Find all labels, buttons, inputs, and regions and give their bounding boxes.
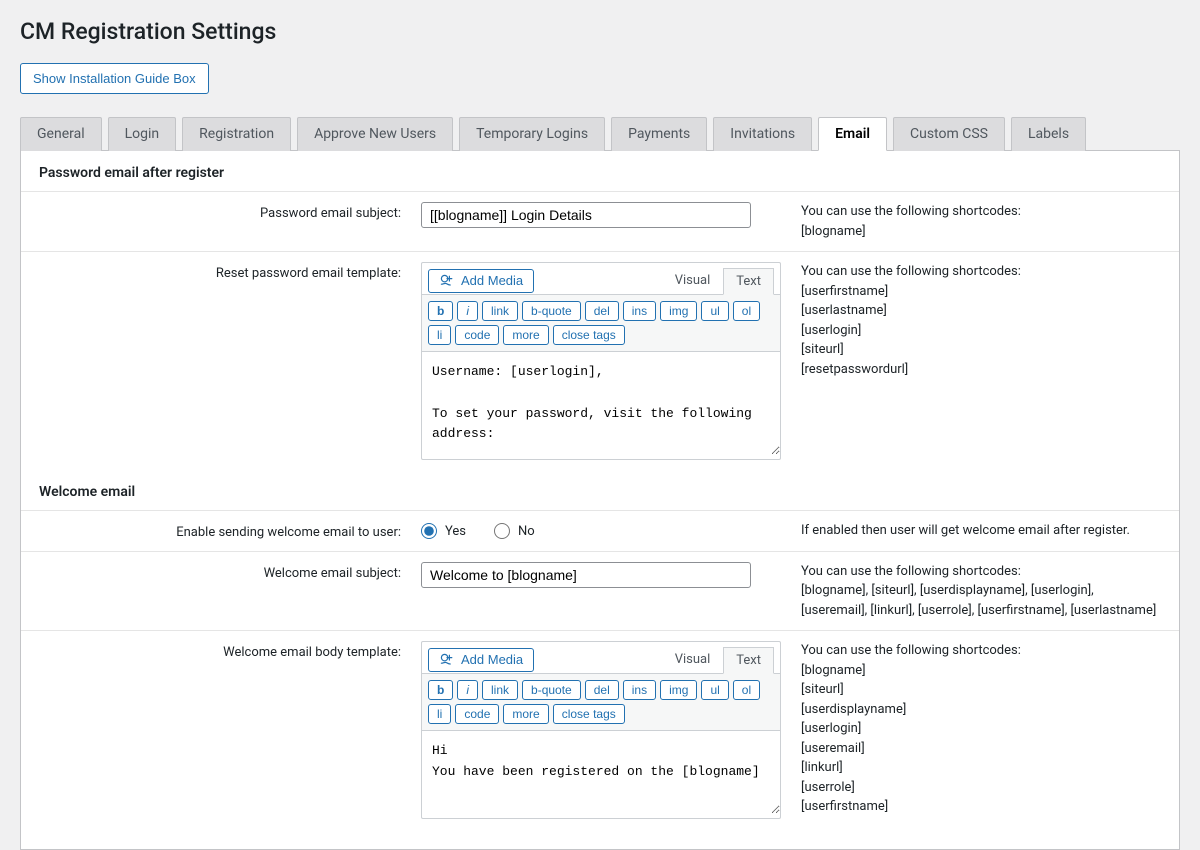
qt-more[interactable]: more (503, 325, 548, 345)
qt-italic[interactable]: i (457, 301, 478, 321)
qt-ol[interactable]: ol (733, 680, 760, 700)
editor-tab-text[interactable]: Text (723, 647, 774, 674)
input-password-subject[interactable] (421, 202, 751, 228)
tab-approve-new-users[interactable]: Approve New Users (297, 117, 453, 151)
qt-ins[interactable]: ins (623, 301, 656, 321)
qt-del[interactable]: del (585, 680, 619, 700)
input-welcome-subject[interactable] (421, 562, 751, 588)
textarea-password-template[interactable] (422, 352, 780, 455)
qt-more[interactable]: more (503, 704, 548, 724)
qt-del[interactable]: del (585, 301, 619, 321)
tab-labels[interactable]: Labels (1011, 117, 1086, 151)
row-welcome-enable: Enable sending welcome email to user: Ye… (21, 510, 1179, 551)
media-icon (439, 652, 455, 668)
media-icon (439, 273, 455, 289)
quicktags-toolbar: b i link b-quote del ins img ul ol li co… (422, 673, 780, 731)
add-media-button[interactable]: Add Media (428, 269, 534, 293)
row-welcome-subject: Welcome email subject: You can use the f… (21, 551, 1179, 631)
row-welcome-template: Welcome email body template: Add Media V… (21, 630, 1179, 828)
tab-registration[interactable]: Registration (182, 117, 291, 151)
label-welcome-enable: Enable sending welcome email to user: (21, 521, 421, 540)
section-title-password: Password email after register (21, 151, 1179, 191)
qt-ul[interactable]: ul (701, 680, 728, 700)
qt-li[interactable]: li (428, 325, 451, 345)
editor-welcome-template: Add Media Visual Text b i link b-quote d… (421, 641, 781, 818)
settings-tabs: GeneralLoginRegistrationApprove New User… (20, 116, 1180, 151)
tab-temporary-logins[interactable]: Temporary Logins (459, 117, 605, 151)
qt-link[interactable]: link (482, 680, 518, 700)
help-welcome-subject: You can use the following shortcodes: [b… (801, 562, 1179, 621)
editor-password-template: Add Media Visual Text b i link b-quote d… (421, 262, 781, 460)
editor-tab-visual[interactable]: Visual (662, 267, 724, 294)
help-welcome-template: You can use the following shortcodes: [b… (801, 641, 1179, 817)
qt-close[interactable]: close tags (553, 325, 625, 345)
qt-italic[interactable]: i (457, 680, 478, 700)
help-welcome-enable: If enabled then user will get welcome em… (801, 521, 1179, 541)
tab-general[interactable]: General (20, 117, 102, 151)
qt-bold[interactable]: b (428, 301, 453, 321)
qt-ins[interactable]: ins (623, 680, 656, 700)
qt-link[interactable]: link (482, 301, 518, 321)
radio-welcome-yes[interactable]: Yes (421, 523, 466, 539)
quicktags-toolbar: b i link b-quote del ins img ul ol li co… (422, 294, 780, 352)
radio-welcome-no[interactable]: No (494, 523, 535, 539)
qt-img[interactable]: img (660, 301, 697, 321)
tab-email[interactable]: Email (818, 117, 887, 151)
qt-img[interactable]: img (660, 680, 697, 700)
tab-login[interactable]: Login (108, 117, 177, 151)
editor-tab-visual[interactable]: Visual (662, 646, 724, 673)
textarea-welcome-template[interactable] (422, 731, 780, 813)
qt-ul[interactable]: ul (701, 301, 728, 321)
qt-close[interactable]: close tags (553, 704, 625, 724)
section-title-welcome: Welcome email (21, 470, 1179, 510)
qt-code[interactable]: code (455, 325, 499, 345)
install-guide-button[interactable]: Show Installation Guide Box (20, 63, 209, 94)
help-password-subject: You can use the following shortcodes: [b… (801, 202, 1179, 241)
tab-invitations[interactable]: Invitations (713, 117, 812, 151)
qt-bquote[interactable]: b-quote (522, 301, 581, 321)
qt-bquote[interactable]: b-quote (522, 680, 581, 700)
tab-custom-css[interactable]: Custom CSS (893, 117, 1005, 151)
qt-code[interactable]: code (455, 704, 499, 724)
qt-bold[interactable]: b (428, 680, 453, 700)
tab-payments[interactable]: Payments (611, 117, 707, 151)
label-password-subject: Password email subject: (21, 202, 421, 221)
row-password-subject: Password email subject: You can use the … (21, 191, 1179, 251)
tab-panel-email: Password email after register Password e… (20, 151, 1180, 850)
row-password-template: Reset password email template: Add Media… (21, 251, 1179, 470)
label-welcome-subject: Welcome email subject: (21, 562, 421, 581)
help-password-template: You can use the following shortcodes: [u… (801, 262, 1179, 379)
add-media-button[interactable]: Add Media (428, 648, 534, 672)
qt-li[interactable]: li (428, 704, 451, 724)
qt-ol[interactable]: ol (733, 301, 760, 321)
label-password-template: Reset password email template: (21, 262, 421, 281)
label-welcome-template: Welcome email body template: (21, 641, 421, 660)
editor-tab-text[interactable]: Text (723, 268, 774, 295)
page-title: CM Registration Settings (20, 18, 1180, 45)
